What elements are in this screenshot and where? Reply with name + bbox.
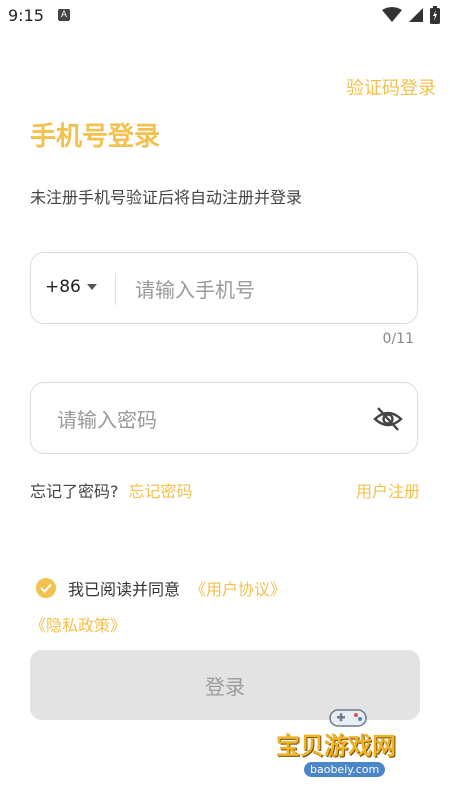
- forgot-password-row: 忘记了密码? 忘记密码: [30, 478, 193, 502]
- page-subtitle: 未注册手机号验证后将自动注册并登录: [30, 188, 303, 207]
- password-input[interactable]: [55, 403, 359, 437]
- gamepad-icon: [329, 709, 367, 727]
- battery-icon: [430, 6, 440, 24]
- country-code-label: +86: [45, 277, 81, 297]
- page-title: 手机号登录: [30, 122, 161, 152]
- status-bar: 9:15 A: [0, 0, 450, 34]
- user-agreement-link[interactable]: 《用户协议》: [190, 576, 286, 600]
- wifi-icon: [382, 7, 402, 22]
- phone-input[interactable]: [133, 273, 407, 307]
- forgot-password-link[interactable]: 忘记密码: [129, 478, 193, 502]
- signal-icon: [409, 8, 423, 22]
- register-link[interactable]: 用户注册: [356, 478, 420, 502]
- otp-login-link[interactable]: 验证码登录: [346, 74, 436, 100]
- agreement-text: 我已阅读并同意: [68, 580, 181, 599]
- status-time: 9:15: [8, 6, 44, 25]
- agreement-row: 我已阅读并同意 《用户协议》: [36, 576, 286, 600]
- watermark-logo: 宝贝游戏网 baobeiy.com: [270, 709, 440, 792]
- country-code-selector[interactable]: +86: [45, 277, 97, 297]
- watermark-url: baobeiy.com: [304, 762, 386, 777]
- password-visibility-toggle[interactable]: [373, 405, 403, 433]
- privacy-policy-link[interactable]: 《隐私政策》: [30, 612, 126, 636]
- watermark-text: 宝贝游戏网: [276, 732, 396, 760]
- phone-length-counter: 0/11: [382, 331, 414, 347]
- password-field: [30, 382, 418, 454]
- notification-icon: A: [58, 9, 70, 21]
- phone-field: +86: [30, 252, 418, 324]
- field-divider: [115, 273, 116, 305]
- forgot-password-label: 忘记了密码?: [30, 482, 119, 501]
- check-icon: [40, 583, 52, 593]
- agreement-checkbox[interactable]: [36, 578, 56, 598]
- status-icons: [382, 6, 440, 24]
- login-screen: 9:15 A 验证码登录 手机号登录 未注册手机号验证后将自动注册并登录 +86: [0, 0, 450, 800]
- eye-off-icon: [373, 407, 403, 431]
- caret-down-icon: [86, 284, 97, 290]
